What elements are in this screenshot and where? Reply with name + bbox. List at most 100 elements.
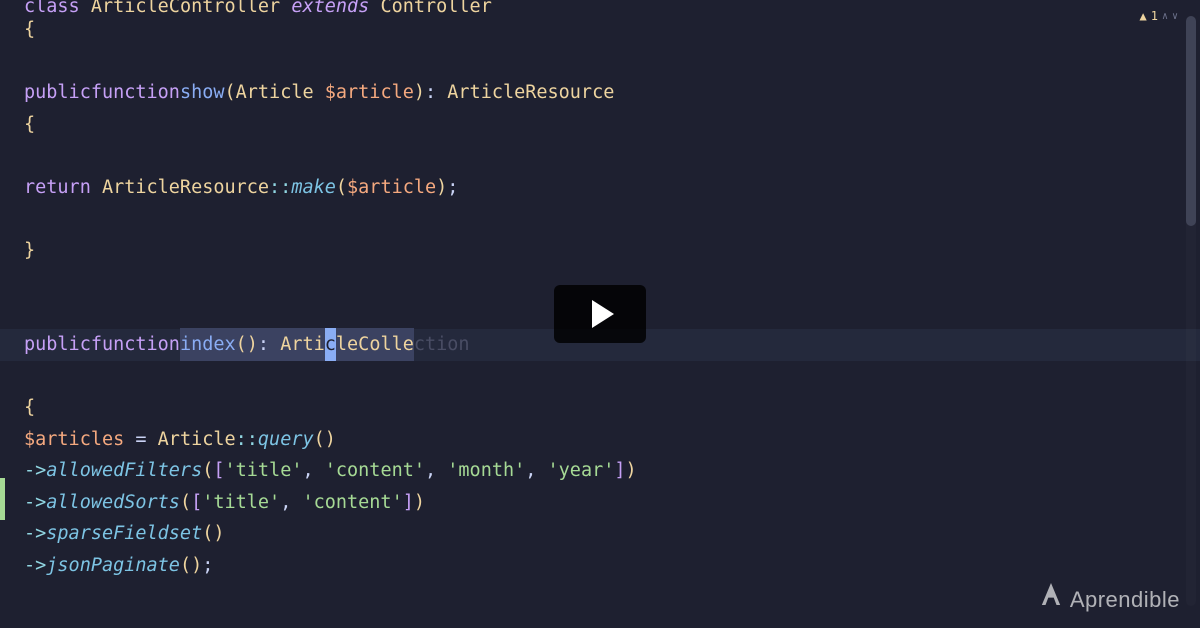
brand-icon xyxy=(1040,581,1062,618)
scope-op: :: xyxy=(236,424,258,455)
semicolon: ; xyxy=(202,550,213,581)
method-query: query xyxy=(258,424,314,455)
method-jsonpaginate: jsonPaginate xyxy=(46,550,180,581)
nav-up-icon[interactable]: ∧ xyxy=(1162,8,1168,25)
code-line[interactable]: return ArticleResource::make($article); xyxy=(24,172,1200,204)
colon: : xyxy=(425,77,447,108)
colon: : xyxy=(258,328,280,361)
vcs-change-marker xyxy=(0,478,5,520)
param-type: Article xyxy=(236,77,325,108)
string: 'title' xyxy=(202,487,280,518)
keyword-public: public xyxy=(24,329,91,360)
var-articles: $articles xyxy=(24,424,124,455)
string: 'year' xyxy=(548,455,615,486)
keyword-function: function xyxy=(91,77,180,108)
keyword-public: public xyxy=(24,77,91,108)
arrow-op: -> xyxy=(24,455,46,486)
paren: ) xyxy=(213,518,224,549)
class-ref: ArticleResource xyxy=(102,172,269,203)
code-line-empty[interactable] xyxy=(24,46,1200,78)
brace-close: } xyxy=(24,235,35,266)
keyword-function: function xyxy=(91,329,180,360)
paren: ( xyxy=(314,424,325,455)
code-line[interactable]: ->allowedFilters(['title', 'content', 'm… xyxy=(24,455,1200,487)
code-line[interactable]: } xyxy=(24,235,1200,267)
function-name-index: index xyxy=(180,328,236,361)
function-name-show: show xyxy=(180,77,225,108)
paren: ) xyxy=(247,328,258,361)
method-sparsefieldset: sparseFieldset xyxy=(46,518,202,549)
code-line[interactable]: { xyxy=(24,14,1200,46)
play-icon xyxy=(592,300,614,328)
param-var: $article xyxy=(325,77,414,108)
class-name: ArticleController xyxy=(91,0,280,14)
nav-down-icon[interactable]: ∨ xyxy=(1172,8,1178,25)
scope-op: :: xyxy=(269,172,291,203)
paren: ( xyxy=(180,550,191,581)
bracket: ] xyxy=(614,455,625,486)
string: 'content' xyxy=(325,455,425,486)
code-line[interactable]: ->sparseFieldset() xyxy=(24,518,1200,550)
method-allowedfilters: allowedFilters xyxy=(46,455,202,486)
arg-var: $article xyxy=(347,172,436,203)
keyword-class: class xyxy=(24,0,80,14)
code-line-empty[interactable] xyxy=(24,203,1200,235)
method-allowedsorts: allowedSorts xyxy=(46,487,180,518)
method-make: make xyxy=(291,172,336,203)
string: 'title' xyxy=(225,455,303,486)
brand-text: Aprendible xyxy=(1070,581,1180,618)
string: 'content' xyxy=(302,487,402,518)
paren: ( xyxy=(202,518,213,549)
comma: , xyxy=(525,455,547,486)
arrow-op: -> xyxy=(24,518,46,549)
code-line[interactable]: ->jsonPaginate(); xyxy=(24,550,1200,582)
string: 'month' xyxy=(447,455,525,486)
return-type-partial: leColle xyxy=(336,328,414,361)
parent-class: Controller xyxy=(380,0,491,14)
comma: , xyxy=(302,455,324,486)
code-line[interactable]: $articles = Article::query() xyxy=(24,424,1200,456)
warning-indicator[interactable]: ▲ 1 ∧ ∨ xyxy=(1139,6,1178,26)
paren: ( xyxy=(225,77,236,108)
return-type: ArticleResource xyxy=(447,77,614,108)
keyword-return: return xyxy=(24,172,102,203)
warning-count: 1 xyxy=(1151,6,1158,26)
code-line[interactable]: { xyxy=(24,109,1200,141)
paren: ) xyxy=(191,550,202,581)
paren: ( xyxy=(336,172,347,203)
paren: ( xyxy=(202,455,213,486)
warning-icon: ▲ xyxy=(1139,6,1146,26)
paren: ) xyxy=(626,455,637,486)
play-button[interactable] xyxy=(554,285,646,343)
code-line[interactable]: { xyxy=(24,392,1200,424)
comma: , xyxy=(280,487,302,518)
code-line-empty[interactable] xyxy=(24,140,1200,172)
code-line[interactable]: class ArticleController extends Controll… xyxy=(24,0,1200,14)
bracket: [ xyxy=(213,455,224,486)
arrow-op: -> xyxy=(24,487,46,518)
bracket: [ xyxy=(191,487,202,518)
code-line-empty[interactable] xyxy=(24,361,1200,393)
brace-open: { xyxy=(24,109,35,140)
return-type-partial: Arti xyxy=(280,328,325,361)
paren: ) xyxy=(414,487,425,518)
text-cursor: c xyxy=(325,328,336,361)
keyword-extends: extends xyxy=(291,0,369,14)
paren: ( xyxy=(180,487,191,518)
semicolon: ; xyxy=(447,172,458,203)
brace-open: { xyxy=(24,14,35,45)
code-line[interactable]: public function show(Article $article): … xyxy=(24,77,1200,109)
paren: ) xyxy=(436,172,447,203)
assign-op: = xyxy=(124,424,157,455)
paren: ) xyxy=(325,424,336,455)
model-class: Article xyxy=(158,424,236,455)
paren: ) xyxy=(414,77,425,108)
brace-open: { xyxy=(24,392,35,423)
autocomplete-suggestion: ction xyxy=(414,329,470,360)
scrollbar-thumb[interactable] xyxy=(1186,16,1196,226)
comma: , xyxy=(425,455,447,486)
bracket: ] xyxy=(403,487,414,518)
arrow-op: -> xyxy=(24,550,46,581)
code-line[interactable]: ->allowedSorts(['title', 'content']) xyxy=(24,487,1200,519)
paren: ( xyxy=(236,328,247,361)
